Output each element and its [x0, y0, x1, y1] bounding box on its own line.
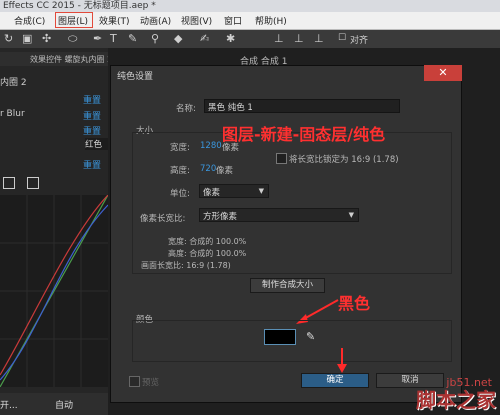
eraser-tool-icon[interactable]: ◆	[174, 32, 182, 45]
menu-bar: 合成(C) 图层(L) 效果(T) 动画(A) 视图(V) 窗口 帮助(H)	[0, 12, 500, 30]
pixel-aspect-dropdown[interactable]: 方形像素 ▼	[199, 208, 359, 222]
left-bottom-bar: 开... 自动	[0, 393, 110, 415]
window-title: Effects CC 2015 - 无标题项目.aep *	[3, 1, 156, 11]
color-swatch[interactable]	[264, 329, 296, 345]
reset-link[interactable]: 重置	[83, 124, 101, 137]
menu-help[interactable]: 帮助(H)	[255, 14, 287, 27]
menu-composition[interactable]: 合成(C)	[14, 14, 45, 27]
layer-name: 内圈 2	[0, 78, 27, 88]
width-unit: 像素	[222, 143, 240, 153]
puppet-pin-icon[interactable]: ✱	[226, 32, 235, 45]
effect-controls-tab[interactable]: 效果控件 螺旋丸内圈 2	[0, 52, 113, 66]
pan-behind-icon[interactable]: ✣	[42, 32, 51, 45]
pixel-aspect-label: 像素长宽比:	[140, 214, 186, 224]
chevron-down-icon: ▼	[348, 211, 354, 219]
width-percent: 宽度: 合成的 100.0%	[168, 237, 247, 246]
black-annotation: 黑色	[338, 294, 371, 313]
units-value: 像素	[203, 188, 221, 198]
close-button[interactable]: ✕	[424, 65, 462, 81]
view-axis-icon[interactable]: ⊥	[314, 32, 324, 45]
pixel-aspect-value: 方形像素	[203, 212, 238, 222]
graph-option-icon[interactable]	[3, 177, 15, 189]
height-unit: 像素	[216, 166, 234, 176]
units-label: 单位:	[170, 189, 190, 199]
height-label: 高度:	[170, 166, 190, 176]
effect-controls-tab-label: 效果控件 螺旋丸内圈 2	[30, 55, 113, 64]
menu-animation[interactable]: 动画(A)	[140, 14, 171, 27]
snap-checkbox[interactable]: ☐	[338, 33, 346, 43]
rotate-icon[interactable]: ↻	[4, 32, 13, 45]
toolbar: ↻ ▣ ✣ ⬭ ✒ T ✎ ⚲ ◆ ✍ ✱ ⊥ ⊥ ⊥ ☐ 对齐	[0, 30, 500, 49]
close-icon: ✕	[438, 66, 448, 79]
clone-stamp-icon[interactable]: ⚲	[151, 32, 159, 45]
units-dropdown[interactable]: 像素 ▼	[199, 184, 269, 198]
menu-view[interactable]: 视图(V)	[181, 14, 212, 27]
ellipse-tool-icon[interactable]: ⬭	[68, 32, 77, 46]
world-axis-icon[interactable]: ⊥	[294, 32, 304, 45]
open-button[interactable]: 开...	[0, 398, 18, 411]
name-label: 名称:	[176, 104, 196, 114]
watermark-logo: 脚本之家	[416, 388, 496, 412]
brush-tool-icon[interactable]: ✎	[128, 32, 137, 45]
frame-aspect-ratio: 画面长宽比: 16:9 (1.78)	[141, 261, 231, 270]
height-percent: 高度: 合成的 100.0%	[168, 249, 247, 258]
align-label: 对齐	[350, 36, 369, 46]
effect-name: r Blur	[0, 109, 25, 119]
annotation-arrow-icon	[337, 348, 347, 373]
curves-graph[interactable]	[0, 195, 108, 387]
roto-brush-icon[interactable]: ✍	[200, 32, 209, 45]
menu-layer-highlight	[55, 12, 93, 28]
width-value[interactable]: 1280	[200, 141, 222, 151]
name-input[interactable]: 黑色 纯色 1	[204, 99, 400, 113]
eyedropper-icon[interactable]: ✎	[306, 330, 315, 343]
reset-link[interactable]: 重置	[83, 109, 101, 122]
height-value[interactable]: 720	[200, 164, 216, 174]
preview-label: 预览	[142, 378, 160, 388]
menu-window[interactable]: 窗口	[224, 14, 242, 27]
color-field[interactable]: 红色	[85, 138, 109, 150]
ok-button[interactable]: 确定	[301, 373, 369, 388]
lock-aspect-label: 将长宽比锁定为 16:9 (1.78)	[289, 155, 399, 165]
dialog-title: 纯色设置	[117, 72, 154, 82]
width-label: 宽度:	[170, 143, 190, 153]
chevron-down-icon: ▼	[258, 187, 264, 195]
preview-checkbox[interactable]	[129, 376, 140, 387]
camera-icon[interactable]: ▣	[22, 32, 32, 45]
local-axis-icon[interactable]: ⊥	[274, 32, 284, 45]
window-title-bar: Effects CC 2015 - 无标题项目.aep *	[0, 0, 500, 12]
make-comp-size-button[interactable]: 制作合成大小	[250, 278, 325, 293]
graph-option-icon[interactable]	[27, 177, 39, 189]
reset-link[interactable]: 重置	[83, 158, 101, 171]
menu-effect[interactable]: 效果(T)	[99, 14, 130, 27]
menu-path-annotation: 图层-新建-固态层/纯色	[222, 125, 386, 144]
reset-link[interactable]: 重置	[83, 93, 101, 106]
lock-aspect-checkbox[interactable]	[276, 153, 287, 164]
auto-button[interactable]: 自动	[55, 398, 73, 411]
text-tool-icon[interactable]: T	[110, 32, 117, 45]
pen-tool-icon[interactable]: ✒	[93, 32, 102, 45]
